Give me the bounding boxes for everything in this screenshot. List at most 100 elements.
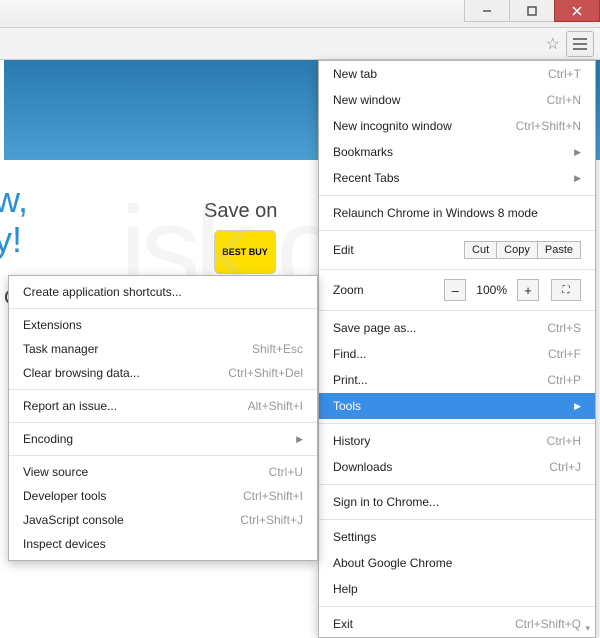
menu-separator: [319, 230, 595, 231]
tools-item-encoding[interactable]: Encoding▶: [9, 427, 317, 451]
menu-item-tools[interactable]: Tools ▶: [319, 393, 595, 419]
menu-item-label: Inspect devices: [23, 537, 106, 551]
menu-item-label: Relaunch Chrome in Windows 8 mode: [333, 206, 538, 220]
shortcut-label: Ctrl+Shift+N: [516, 119, 581, 133]
chrome-menu: New tab Ctrl+T New windowCtrl+NNew incogni…: [318, 60, 596, 638]
menu-item-label: JavaScript console: [23, 513, 124, 527]
menu-item-print[interactable]: Print... Ctrl+P: [319, 367, 595, 393]
menu-separator: [319, 423, 595, 424]
menu-item-exit[interactable]: Exit Ctrl+Shift+Q: [319, 611, 595, 637]
tools-item-clear-browsing-data[interactable]: Clear browsing data...Ctrl+Shift+Del: [9, 361, 317, 385]
tools-item-task-manager[interactable]: Task manager Shift+Esc: [9, 337, 317, 361]
paste-button[interactable]: Paste: [537, 241, 581, 259]
tools-separator: [9, 389, 317, 390]
zoom-in-button[interactable]: +: [517, 279, 539, 301]
shortcut-label: Ctrl+U: [269, 465, 303, 479]
tools-item-javascript-console[interactable]: JavaScript console Ctrl+Shift+J: [9, 508, 317, 532]
menu-separator: [319, 606, 595, 607]
menu-item-find[interactable]: Find... Ctrl+F: [319, 341, 595, 367]
menu-item-label: Encoding: [23, 432, 73, 446]
tools-separator: [9, 422, 317, 423]
menu-item-label: Settings: [333, 530, 376, 544]
menu-item-sign-in-to-chrome[interactable]: Sign in to Chrome...: [319, 489, 595, 515]
menu-item-bookmarks[interactable]: Bookmarks ▶: [319, 139, 595, 165]
submenu-arrow-icon: ▶: [574, 173, 581, 184]
menu-item-label: New window: [333, 93, 400, 107]
tools-item-view-source[interactable]: View source Ctrl+U: [9, 460, 317, 484]
menu-item-new-window[interactable]: New windowCtrl+N: [319, 87, 595, 113]
menu-item-label: Developer tools: [23, 489, 106, 503]
menu-item-label: View source: [23, 465, 88, 479]
close-button[interactable]: [554, 0, 600, 22]
menu-item-save-page-as[interactable]: Save page as... Ctrl+S: [319, 315, 595, 341]
menu-item-about-google-chrome[interactable]: About Google Chrome: [319, 550, 595, 576]
zoom-value: 100%: [472, 283, 511, 297]
menu-item-label: Clear browsing data...: [23, 366, 140, 380]
menu-item-label: Bookmarks: [333, 145, 393, 159]
tools-item-report-an-issue[interactable]: Report an issue... Alt+Shift+I: [9, 394, 317, 418]
edit-label: Edit: [333, 243, 457, 257]
zoom-row: Zoom–100%+⛶: [319, 274, 595, 306]
menu-item-relaunch-chrome-in-windows-8-mode[interactable]: Relaunch Chrome in Windows 8 mode: [319, 200, 595, 226]
menu-item-label: Tools: [333, 399, 361, 413]
shortcut-label: Ctrl+H: [547, 434, 581, 448]
shortcut-label: Ctrl+J: [549, 460, 581, 474]
cut-button[interactable]: Cut: [464, 241, 497, 259]
shortcut-label: Ctrl+S: [547, 321, 581, 335]
edit-row: Edit CutCopyPaste: [319, 235, 595, 265]
shortcut-label: Ctrl+P: [547, 373, 581, 387]
tools-separator: [9, 455, 317, 456]
menu-separator: [319, 195, 595, 196]
menu-button[interactable]: [566, 31, 594, 57]
maximize-button[interactable]: [509, 0, 555, 22]
menu-separator: [319, 269, 595, 270]
menu-item-label: History: [333, 434, 370, 448]
menu-item-downloads[interactable]: Downloads Ctrl+J: [319, 454, 595, 480]
menu-item-label: Help: [333, 582, 358, 596]
menu-item-label: Find...: [333, 347, 366, 361]
browser-toolbar: ☆: [0, 28, 600, 60]
bookmark-star-icon[interactable]: ☆: [546, 34, 560, 54]
menu-item-new-tab[interactable]: New tab Ctrl+T: [319, 61, 595, 87]
tools-item-extensions[interactable]: Extensions: [9, 313, 317, 337]
tools-separator: [9, 308, 317, 309]
tools-item-inspect-devices[interactable]: Inspect devices: [9, 532, 317, 556]
submenu-arrow-icon: ▶: [574, 401, 581, 412]
shortcut-label: Ctrl+Shift+I: [243, 489, 303, 503]
menu-separator: [319, 519, 595, 520]
menu-item-history[interactable]: History Ctrl+H: [319, 428, 595, 454]
shortcut-label: Shift+Esc: [252, 342, 303, 356]
menu-item-label: Sign in to Chrome...: [333, 495, 439, 509]
menu-item-label: Task manager: [23, 342, 98, 356]
menu-item-label: Report an issue...: [23, 399, 117, 413]
submenu-arrow-icon: ▶: [574, 147, 581, 158]
shortcut-label: Alt+Shift+I: [248, 399, 303, 413]
tools-item-developer-tools[interactable]: Developer tools Ctrl+Shift+I: [9, 484, 317, 508]
menu-item-help[interactable]: Help: [319, 576, 595, 602]
shortcut-label: Ctrl+F: [548, 347, 581, 361]
menu-item-label: Save page as...: [333, 321, 416, 335]
menu-separator: [319, 310, 595, 311]
menu-item-label: New tab: [333, 67, 377, 81]
shortcut-label: Ctrl+Shift+Q: [515, 617, 581, 631]
tools-submenu: Create application shortcuts... Extension…: [8, 275, 318, 561]
zoom-out-button[interactable]: –: [444, 279, 466, 301]
save-on-label: Save on: [204, 200, 277, 223]
menu-separator: [319, 484, 595, 485]
tools-item-create-application-shortcuts[interactable]: Create application shortcuts...: [9, 280, 317, 304]
window-titlebar: [0, 0, 600, 28]
menu-item-label: Recent Tabs: [333, 171, 400, 185]
menu-item-label: Create application shortcuts...: [23, 285, 182, 299]
fullscreen-button[interactable]: ⛶: [551, 279, 581, 301]
menu-item-settings[interactable]: Settings: [319, 524, 595, 550]
menu-item-new-incognito-window[interactable]: New incognito windowCtrl+Shift+N: [319, 113, 595, 139]
shortcut-label: Ctrl+T: [548, 67, 581, 81]
menu-item-label: About Google Chrome: [333, 556, 452, 570]
menu-item-recent-tabs[interactable]: Recent Tabs ▶: [319, 165, 595, 191]
minimize-button[interactable]: [464, 0, 510, 22]
menu-item-label: Print...: [333, 373, 368, 387]
menu-item-label: Downloads: [333, 460, 392, 474]
menu-item-label: Exit: [333, 617, 353, 631]
copy-button[interactable]: Copy: [496, 241, 538, 259]
shortcut-label: Ctrl+Shift+J: [240, 513, 303, 527]
